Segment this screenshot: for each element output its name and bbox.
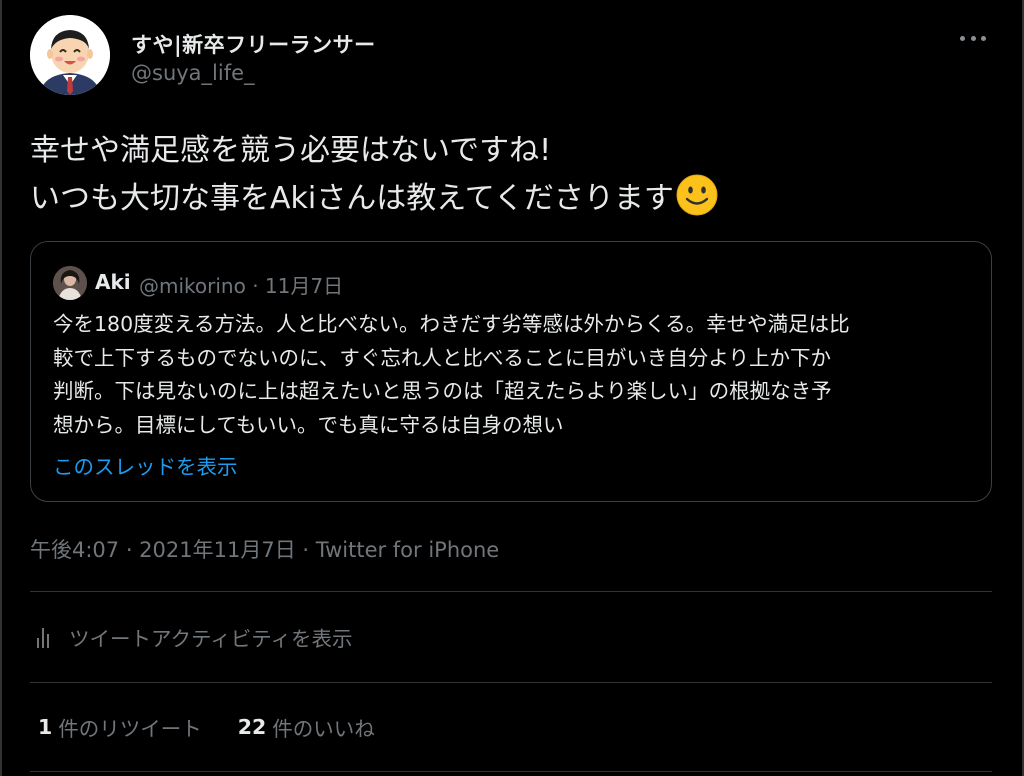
author-handle[interactable]: @suya_life_ [131, 61, 255, 85]
retweets-count: 1 [38, 715, 53, 739]
bar-chart-icon [37, 626, 57, 648]
quoted-text-line: 較で上下するものでないのに、すぐ忘れ人と比べることに目がいき自分より上か下か [53, 345, 831, 370]
likes-count: 22 [237, 715, 267, 739]
divider [30, 682, 992, 683]
likes-label: 件のいいね [272, 717, 375, 741]
retweets-label: 件のリツイート [58, 717, 202, 741]
quoted-tweet[interactable]: Aki @mikorino · 11月7日 今を180度変える方法。人と比べない… [30, 241, 992, 502]
more-options-icon[interactable] [956, 31, 990, 45]
divider [30, 771, 992, 772]
tweet-text-line-content: いつも大切な事をAkiさんは教えてくださります [30, 181, 674, 216]
tweet-text: 幸せや満足感を競う必要はないですね! いつも大切な事をAkiさんは教えてくださり… [30, 128, 718, 222]
quoted-author-meta[interactable]: @mikorino · 11月7日 [139, 270, 343, 299]
avatar[interactable] [30, 15, 110, 95]
tweet-activity-label: ツイートアクティビティを表示 [69, 627, 353, 651]
quoted-tweet-text: 今を180度変える方法。人と比べない。わきだす劣等感は外からくる。幸せや満足は比… [53, 308, 973, 442]
tweet-timestamp[interactable]: 午後4:07 · 2021年11月7日 · Twitter for iPhone [30, 534, 499, 564]
likes-stat[interactable]: 22 件のいいね [238, 712, 375, 742]
tweet-text-line: 幸せや満足感を競う必要はないですね! [30, 133, 552, 168]
quoted-author-name[interactable]: Aki [95, 270, 131, 294]
show-thread-link[interactable]: このスレッドを表示 [53, 450, 238, 480]
window-edge-left [0, 0, 2, 776]
quoted-text-line: 想から。目標にしてもいい。でも真に守るは自身の想い [53, 412, 564, 437]
quoted-text-line: 今を180度変える方法。人と比べない。わきだす劣等感は外からくる。幸せや満足は比 [53, 312, 850, 336]
slightly-smiling-face-icon [676, 174, 718, 216]
engagement-stats: 1 件のリツイート 22 件のいいね [38, 712, 411, 742]
retweets-stat[interactable]: 1 件のリツイート [38, 712, 202, 742]
divider [30, 591, 992, 592]
tweet-activity-button[interactable]: ツイートアクティビティを表示 [30, 620, 353, 654]
author-display-name[interactable]: すや|新卒フリーランサー [131, 29, 376, 59]
tweet-author: すや|新卒フリーランサー @suya_life_ [30, 10, 992, 100]
quoted-text-line: 判断。下は見ないのに上は超えたいと思うのは「超えたらより楽しい」の根拠なき予 [53, 379, 832, 403]
tweet-text-line: いつも大切な事をAkiさんは教えてくださります [30, 174, 718, 222]
quoted-avatar[interactable] [53, 266, 87, 300]
